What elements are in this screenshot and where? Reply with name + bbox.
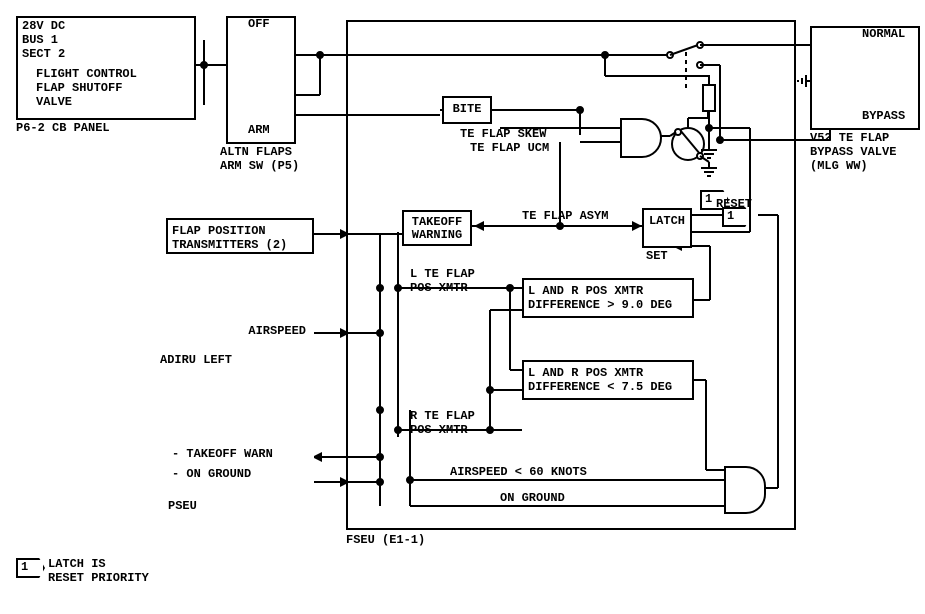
on-ground-label: ON GROUND: [500, 492, 565, 506]
altn-off: OFF: [248, 18, 270, 32]
pseu-box: - TAKEOFF WARN - ON GROUND: [168, 446, 314, 494]
diff-lt-label: L AND R POS XMTR DIFFERENCE < 7.5 DEG: [528, 366, 672, 394]
valve-normal: NORMAL: [862, 28, 905, 42]
asym-label: TE FLAP ASYM: [522, 210, 608, 224]
bite-box: BITE: [442, 96, 492, 124]
cb-line5: FLAP SHUTOFF: [36, 82, 122, 96]
footnote-flag: 1: [16, 558, 45, 578]
airspeed-label: AIRSPEED: [248, 324, 306, 338]
l-pos-xmtr: L TE FLAP POS XMTR: [410, 268, 475, 296]
latch-label: LATCH: [649, 214, 685, 228]
cb-panel-box: 28V DC BUS 1 SECT 2 FLIGHT CONTROL FLAP …: [16, 16, 196, 120]
latch-set: SET: [646, 250, 668, 264]
reset-flag: 1: [722, 207, 751, 227]
cb-line1: 28V DC: [22, 20, 65, 34]
pseu-label: PSEU: [168, 500, 197, 514]
diff-gt-box: L AND R POS XMTR DIFFERENCE > 9.0 DEG: [522, 278, 694, 318]
latch-box: LATCH: [642, 208, 692, 248]
reset-flag-top-num: 1: [705, 192, 712, 206]
cb-line6: VALVE: [36, 96, 72, 110]
adiru-label: ADIRU LEFT: [160, 354, 232, 368]
altn-arm: ARM: [248, 124, 270, 138]
cb-line2: BUS 1: [22, 34, 58, 48]
reset-flag-top: 1: [700, 190, 729, 210]
and-gate-reset: [724, 466, 766, 514]
r-pos-xmtr: R TE FLAP POS XMTR: [410, 410, 475, 438]
skew-label: TE FLAP SKEW: [460, 128, 546, 142]
schematic-diagram: M: [10, 10, 925, 604]
ucm-label: TE FLAP UCM: [470, 142, 549, 156]
valve-bypass: BYPASS: [862, 110, 905, 124]
flap-pos-xmtr-label: FLAP POSITION TRANSMITTERS (2): [172, 224, 287, 252]
altn-sw-label: ALTN FLAPS ARM SW (P5): [220, 146, 299, 174]
diff-gt-label: L AND R POS XMTR DIFFERENCE > 9.0 DEG: [528, 284, 672, 312]
pseu-ground: - ON GROUND: [172, 468, 251, 482]
footnote-flag-num: 1: [21, 560, 28, 574]
footnote-text: LATCH IS RESET PRIORITY: [48, 558, 149, 586]
bite-label: BITE: [453, 102, 482, 116]
takeoff-warning-box: TAKEOFF WARNING: [402, 210, 472, 246]
airspeed-box: AIRSPEED: [168, 320, 314, 348]
cb-line3: SECT 2: [22, 48, 65, 62]
reset-flag-num: 1: [727, 209, 734, 223]
pseu-takeoff: - TAKEOFF WARN: [172, 448, 273, 462]
diff-lt-box: L AND R POS XMTR DIFFERENCE < 7.5 DEG: [522, 360, 694, 400]
takeoff-warning-label: TAKEOFF WARNING: [412, 215, 462, 242]
altn-flaps-sw-box: OFF ARM: [226, 16, 296, 144]
airspeed-lt-label: AIRSPEED < 60 KNOTS: [450, 466, 587, 480]
and-gate-bite: [620, 118, 662, 158]
cb-panel-label: P6-2 CB PANEL: [16, 122, 110, 136]
fseu-label: FSEU (E1-1): [346, 534, 425, 548]
cb-line4: FLIGHT CONTROL: [36, 68, 137, 82]
flap-pos-xmtr-box: FLAP POSITION TRANSMITTERS (2): [166, 218, 314, 254]
valve-label: V52 TE FLAP BYPASS VALVE (MLG WW): [810, 132, 896, 173]
